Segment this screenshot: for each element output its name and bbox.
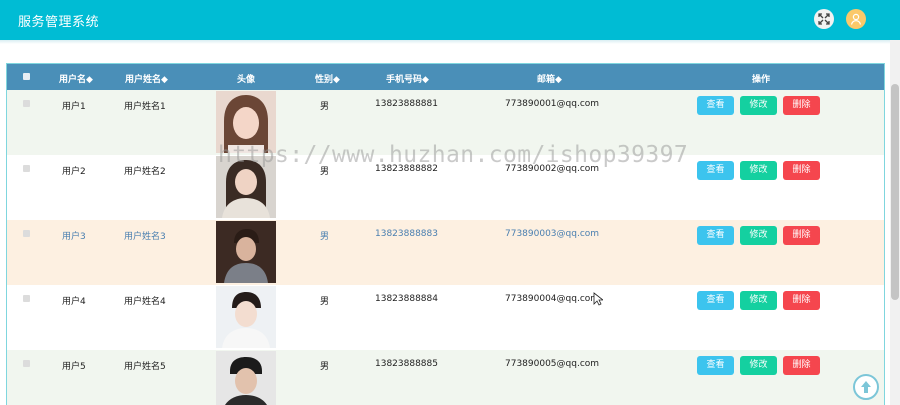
cell-realname: 用户姓名2 xyxy=(124,167,166,177)
cell-username: 用户5 xyxy=(62,362,86,372)
mouse-cursor-icon xyxy=(593,292,603,306)
cell-gender: 男 xyxy=(320,297,330,307)
back-to-top-button[interactable] xyxy=(853,374,879,400)
cell-email: 773890003@qq.com xyxy=(505,229,600,239)
table-row: 用户4 用户姓名4 男 13823888884 773890004@qq.com… xyxy=(7,285,884,350)
user-icon xyxy=(850,13,862,25)
cell-email: 773890001@qq.com xyxy=(505,99,600,109)
delete-button[interactable]: 删除 xyxy=(783,161,820,180)
edit-button[interactable]: 修改 xyxy=(740,226,777,245)
delete-button[interactable]: 删除 xyxy=(783,356,820,375)
cell-realname: 用户姓名5 xyxy=(124,362,166,372)
table-row: 用户3 用户姓名3 男 13823888883 773890003@qq.com… xyxy=(7,220,884,285)
avatar-photo xyxy=(216,221,276,283)
header-actions: 操作 xyxy=(752,75,771,85)
avatar-photo xyxy=(216,286,276,348)
view-button[interactable]: 查看 xyxy=(697,226,734,245)
edit-button[interactable]: 修改 xyxy=(740,96,777,115)
cell-username: 用户4 xyxy=(62,297,86,307)
view-button[interactable]: 查看 xyxy=(697,356,734,375)
user-table: 用户名◆ 用户姓名◆ 头像 性别◆ 手机号码◆ 邮箱◆ 操作 用户1 用户姓名1… xyxy=(6,63,885,405)
select-all-checkbox[interactable] xyxy=(23,73,30,80)
delete-button[interactable]: 删除 xyxy=(783,226,820,245)
view-button[interactable]: 查看 xyxy=(697,291,734,310)
table-row: 用户5 用户姓名5 男 13823888885 773890005@qq.com… xyxy=(7,350,884,405)
cell-gender: 男 xyxy=(320,102,330,112)
header-realname[interactable]: 用户姓名◆ xyxy=(125,72,168,85)
header-username[interactable]: 用户名◆ xyxy=(59,72,93,85)
cell-realname: 用户姓名4 xyxy=(124,297,166,307)
cell-email: 773890004@qq.com xyxy=(505,294,600,304)
watermark-text: https://www.huzhan.com/ishop39397 xyxy=(218,142,689,168)
view-button[interactable]: 查看 xyxy=(697,96,734,115)
row-checkbox[interactable] xyxy=(23,100,30,107)
cell-realname: 用户姓名3 xyxy=(124,232,166,242)
user-avatar-button[interactable] xyxy=(846,9,866,29)
edit-button[interactable]: 修改 xyxy=(740,161,777,180)
cell-gender: 男 xyxy=(320,232,330,242)
scrollbar-thumb[interactable] xyxy=(891,84,899,300)
cell-phone: 13823888884 xyxy=(375,294,438,304)
view-button[interactable]: 查看 xyxy=(697,161,734,180)
cell-phone: 13823888883 xyxy=(375,229,438,239)
header-phone[interactable]: 手机号码◆ xyxy=(386,72,429,85)
expand-icon xyxy=(818,13,830,25)
cell-username: 用户1 xyxy=(62,102,86,112)
cell-email: 773890005@qq.com xyxy=(505,359,600,369)
cell-phone: 13823888881 xyxy=(375,99,438,109)
header-shadow xyxy=(0,40,890,44)
cell-phone: 13823888885 xyxy=(375,359,438,369)
top-bar: 服务管理系统 xyxy=(0,0,900,40)
row-checkbox[interactable] xyxy=(23,360,30,367)
table-header: 用户名◆ 用户姓名◆ 头像 性别◆ 手机号码◆ 邮箱◆ 操作 xyxy=(7,64,884,90)
app-title: 服务管理系统 xyxy=(18,15,100,30)
cell-realname: 用户姓名1 xyxy=(124,102,166,112)
fullscreen-button[interactable] xyxy=(814,9,834,29)
edit-button[interactable]: 修改 xyxy=(740,356,777,375)
delete-button[interactable]: 删除 xyxy=(783,96,820,115)
cell-gender: 男 xyxy=(320,362,330,372)
row-checkbox[interactable] xyxy=(23,165,30,172)
delete-button[interactable]: 删除 xyxy=(783,291,820,310)
header-avatar: 头像 xyxy=(237,75,256,85)
avatar-photo xyxy=(216,351,276,405)
header-email[interactable]: 邮箱◆ xyxy=(537,72,562,85)
row-checkbox[interactable] xyxy=(23,295,30,302)
row-checkbox[interactable] xyxy=(23,230,30,237)
cell-username: 用户3 xyxy=(62,232,86,242)
cell-username: 用户2 xyxy=(62,167,86,177)
header-gender[interactable]: 性别◆ xyxy=(315,72,340,85)
edit-button[interactable]: 修改 xyxy=(740,291,777,310)
arrow-up-icon xyxy=(861,381,871,393)
